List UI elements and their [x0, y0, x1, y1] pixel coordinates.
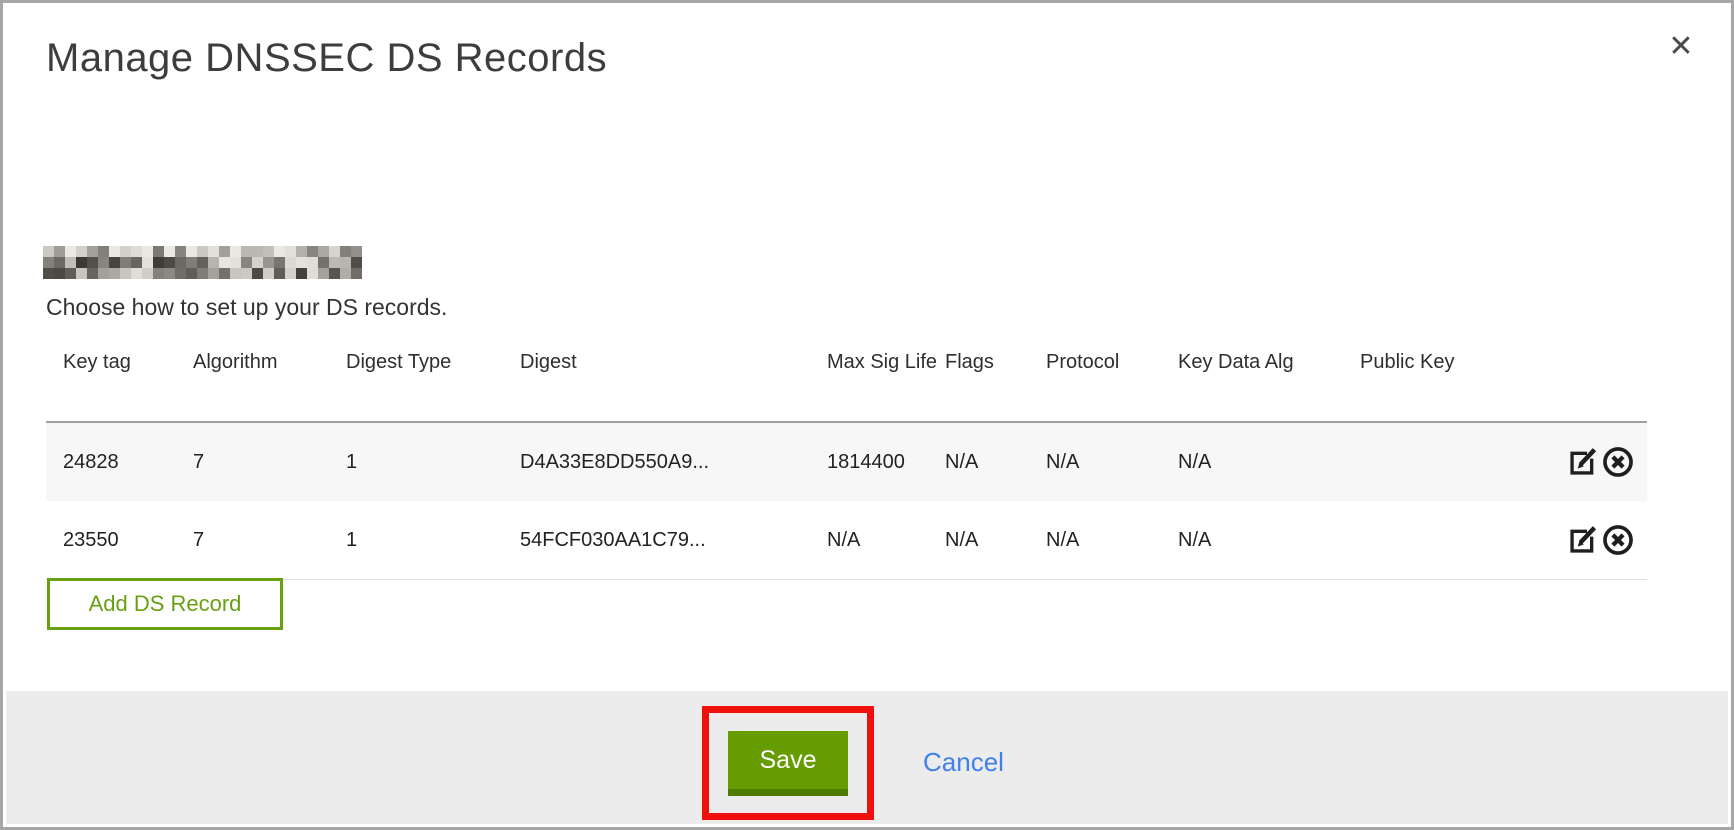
- col-header-algorithm: Algorithm: [193, 336, 346, 422]
- cell-public-key: [1360, 422, 1563, 501]
- edit-icon[interactable]: [1567, 524, 1599, 556]
- cell-key-tag: 23550: [46, 501, 193, 580]
- add-ds-record-button[interactable]: Add DS Record: [47, 578, 283, 630]
- cell-max-sig-life: 1814400: [827, 422, 945, 501]
- save-button[interactable]: Save: [728, 731, 848, 796]
- close-icon[interactable]: ✕: [1661, 27, 1701, 67]
- cell-algorithm: 7: [193, 422, 346, 501]
- col-header-key-data-alg: Key Data Alg: [1178, 336, 1360, 422]
- page-title: Manage DNSSEC DS Records: [46, 36, 607, 81]
- cell-protocol: N/A: [1046, 422, 1178, 501]
- cell-actions: [1563, 422, 1647, 501]
- cell-public-key: [1360, 501, 1563, 580]
- ds-records-table: Key tag Algorithm Digest Type Digest Max…: [46, 336, 1647, 580]
- cell-max-sig-life: N/A: [827, 501, 945, 580]
- edit-icon[interactable]: [1567, 446, 1599, 478]
- table-header-row: Key tag Algorithm Digest Type Digest Max…: [46, 336, 1647, 422]
- cell-key-data-alg: N/A: [1178, 422, 1360, 501]
- cell-flags: N/A: [945, 422, 1046, 501]
- cancel-link[interactable]: Cancel: [923, 747, 1004, 778]
- cell-protocol: N/A: [1046, 501, 1178, 580]
- cell-digest: 54FCF030AA1C79...: [520, 501, 827, 580]
- delete-circle-icon[interactable]: [1601, 523, 1635, 557]
- dialog-footer: [6, 691, 1728, 824]
- cell-key-data-alg: N/A: [1178, 501, 1360, 580]
- cell-digest-type: 1: [346, 422, 520, 501]
- col-header-key-tag: Key tag: [46, 336, 193, 422]
- table-row: 24828 7 1 D4A33E8DD550A9... 1814400 N/A …: [46, 422, 1647, 501]
- cell-algorithm: 7: [193, 501, 346, 580]
- cell-flags: N/A: [945, 501, 1046, 580]
- col-header-digest-type: Digest Type: [346, 336, 520, 422]
- delete-circle-icon[interactable]: [1601, 445, 1635, 479]
- cell-digest-type: 1: [346, 501, 520, 580]
- redacted-domain: [43, 246, 362, 279]
- cell-digest: D4A33E8DD550A9...: [520, 422, 827, 501]
- col-header-public-key: Public Key: [1360, 336, 1563, 422]
- table-row: 23550 7 1 54FCF030AA1C79... N/A N/A N/A …: [46, 501, 1647, 580]
- cell-actions: [1563, 501, 1647, 580]
- manage-dnssec-dialog: Manage DNSSEC DS Records ✕ Choose how to…: [0, 0, 1734, 830]
- col-header-actions: [1563, 336, 1647, 422]
- cell-key-tag: 24828: [46, 422, 193, 501]
- col-header-max-sig-life: Max Sig Life: [827, 336, 945, 422]
- col-header-protocol: Protocol: [1046, 336, 1178, 422]
- col-header-flags: Flags: [945, 336, 1046, 422]
- col-header-digest: Digest: [520, 336, 827, 422]
- instruction-text: Choose how to set up your DS records.: [46, 294, 447, 321]
